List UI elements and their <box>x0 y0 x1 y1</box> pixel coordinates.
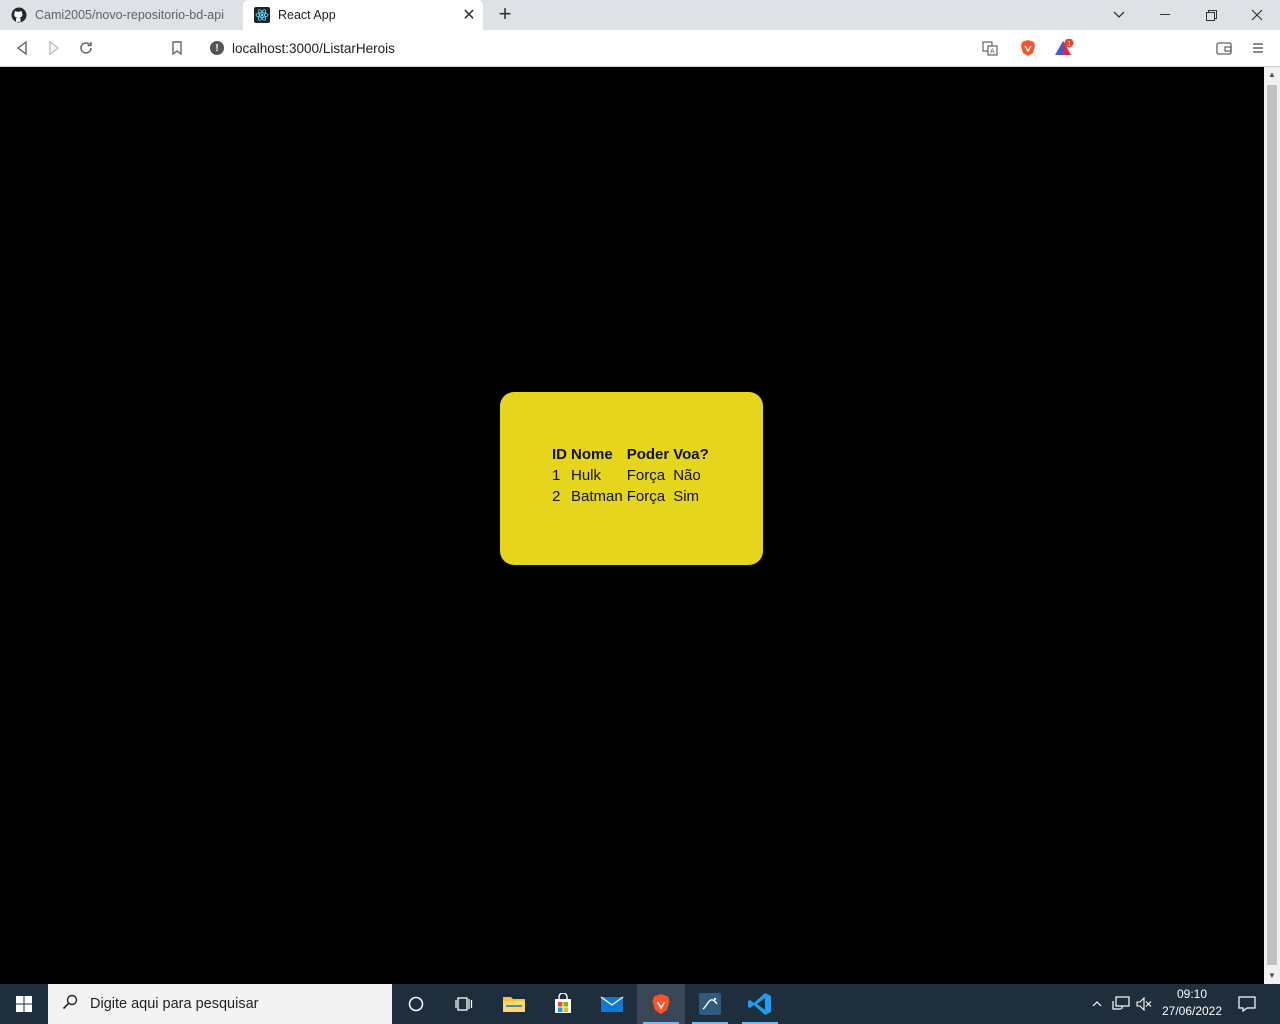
forward-icon[interactable] <box>42 36 66 60</box>
search-placeholder: Digite aqui para pesquisar <box>90 996 259 1012</box>
tab-search-chevron-icon[interactable] <box>1096 0 1142 30</box>
new-tab-button[interactable]: + <box>494 3 516 27</box>
restore-button[interactable] <box>1188 0 1234 30</box>
cortana-icon[interactable] <box>392 984 440 1024</box>
notification-center-icon[interactable] <box>1232 984 1262 1024</box>
cell-poder: Força <box>626 467 666 484</box>
column-header-poder: Poder <box>626 446 670 463</box>
react-icon <box>254 7 270 23</box>
column-header-id: ID <box>552 446 567 463</box>
reload-icon[interactable] <box>74 36 98 60</box>
network-icon[interactable] <box>1110 984 1132 1024</box>
cell-poder: Força <box>626 488 666 505</box>
file-explorer-icon[interactable] <box>490 984 538 1024</box>
search-icon <box>62 994 78 1014</box>
cell-id: 2 <box>552 488 561 505</box>
taskbar-clock[interactable]: 09:10 27/06/2022 <box>1158 986 1226 1020</box>
tab-github[interactable]: Cami2005/novo-repositorio-bd-api <box>0 0 242 30</box>
minimize-button[interactable] <box>1142 0 1188 30</box>
windows-start-icon[interactable] <box>0 984 48 1024</box>
translate-icon[interactable]: A <box>978 36 1002 60</box>
brave-browser-taskbar-icon[interactable] <box>637 984 685 1024</box>
scrollbar-thumb[interactable] <box>1267 85 1277 965</box>
cell-id: 1 <box>552 467 561 484</box>
heroes-table: ID Nome Poder Voa? 1 Hulk Força Não 2 Ba… <box>548 442 713 509</box>
svg-text:1: 1 <box>1067 40 1071 47</box>
brave-rewards-icon[interactable]: 1 <box>1052 36 1076 60</box>
page-scrollbar[interactable]: ▲ ▼ <box>1264 67 1280 984</box>
tab-title: React App <box>278 8 336 22</box>
back-icon[interactable] <box>10 36 34 60</box>
table-row: 2 Batman Força Sim <box>552 488 709 505</box>
microsoft-store-icon[interactable] <box>539 984 587 1024</box>
bookmark-icon[interactable] <box>165 36 189 60</box>
show-hidden-icons-chevron-icon[interactable] <box>1087 984 1107 1024</box>
windows-taskbar: Digite aqui para pesquisar 09:10 27/06/2… <box>0 984 1280 1024</box>
cell-nome: Hulk <box>571 467 602 484</box>
mysql-workbench-icon[interactable] <box>686 984 734 1024</box>
heroes-card: ID Nome Poder Voa? 1 Hulk Força Não 2 Ba… <box>500 392 763 565</box>
cell-voa: Não <box>673 467 701 484</box>
url-text[interactable]: localhost:3000/ListarHerois <box>232 41 395 56</box>
mail-icon[interactable] <box>588 984 636 1024</box>
scroll-down-arrow-icon[interactable]: ▼ <box>1264 968 1280 984</box>
wallet-icon[interactable] <box>1212 36 1236 60</box>
cell-voa: Sim <box>673 488 700 505</box>
svg-text:A: A <box>990 49 995 56</box>
volume-muted-icon[interactable] <box>1134 984 1154 1024</box>
close-tab-icon[interactable]: ✕ <box>459 5 479 25</box>
tab-strip: Cami2005/novo-repositorio-bd-api React A… <box>0 0 1280 30</box>
clock-time: 09:10 <box>1176 987 1208 1001</box>
site-info-icon[interactable]: ! <box>210 41 224 55</box>
menu-icon[interactable] <box>1246 36 1270 60</box>
vscode-icon[interactable] <box>736 984 784 1024</box>
column-header-nome: Nome <box>571 446 613 463</box>
address-bar[interactable]: ! localhost:3000/ListarHerois <box>200 34 1080 62</box>
tab-title: Cami2005/novo-repositorio-bd-api <box>35 8 224 22</box>
cell-nome: Batman <box>571 488 623 505</box>
table-row: 1 Hulk Força Não <box>552 467 709 484</box>
brave-shields-icon[interactable] <box>1016 36 1040 60</box>
task-view-icon[interactable] <box>440 984 488 1024</box>
close-window-button[interactable] <box>1234 0 1280 30</box>
column-header-voa: Voa? <box>673 446 709 463</box>
browser-toolbar: ! localhost:3000/ListarHerois A 1 <box>0 30 1280 67</box>
clock-date: 27/06/2022 <box>1161 1004 1223 1018</box>
table-header-row: ID Nome Poder Voa? <box>552 446 709 463</box>
taskbar-search[interactable]: Digite aqui para pesquisar <box>48 984 392 1024</box>
github-icon <box>11 7 27 23</box>
tab-react-app[interactable]: React App ✕ <box>243 0 483 30</box>
scroll-up-arrow-icon[interactable]: ▲ <box>1264 67 1280 83</box>
